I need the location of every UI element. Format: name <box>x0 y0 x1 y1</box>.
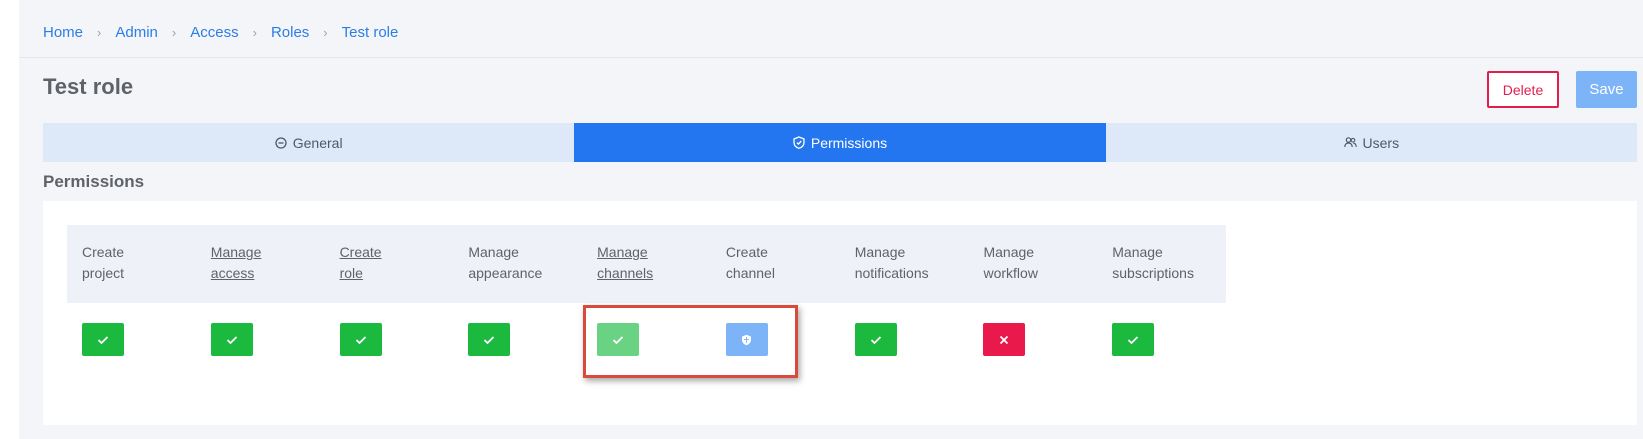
permission-header-manage-access[interactable]: Manage access <box>196 225 325 303</box>
header-divider <box>19 57 1643 58</box>
permission-header-manage-notifications: Manage notifications <box>854 244 929 281</box>
delete-button[interactable]: Delete <box>1487 71 1559 108</box>
shield-icon <box>742 334 752 345</box>
breadcrumb-home[interactable]: Home <box>43 24 83 41</box>
chevron-right-icon: › <box>252 24 257 40</box>
tab-general-label: General <box>292 134 343 151</box>
tab-users-label: Users <box>1362 134 1400 151</box>
permissions-table: Create project Manage access Create role Ma… <box>67 225 1226 376</box>
chevron-right-icon: › <box>97 24 102 40</box>
page-title: Test role <box>43 74 134 99</box>
tab-bar: General Permissions Users <box>43 123 1637 162</box>
shield-check-icon <box>793 136 805 149</box>
check-icon <box>355 335 366 344</box>
permission-toggle-create-channel[interactable] <box>725 323 768 356</box>
tab-general[interactable]: General <box>43 123 575 162</box>
permission-header-create-channel: Create channel <box>725 244 775 281</box>
check-icon <box>870 335 881 344</box>
section-title: Permissions <box>43 172 145 191</box>
breadcrumb-roles[interactable]: Roles <box>271 24 309 41</box>
breadcrumb: Home › Admin › Access › Roles › Test rol… <box>43 22 398 42</box>
permission-header-manage-subscriptions: Manage subscriptions <box>1112 244 1194 281</box>
permission-header-manage-appearance: Manage appearance <box>468 244 543 281</box>
permission-toggle-manage-subscriptions[interactable] <box>1112 323 1155 356</box>
check-icon <box>612 335 624 344</box>
permission-toggle-manage-access[interactable] <box>210 323 253 356</box>
check-icon <box>484 335 495 344</box>
chevron-right-icon: › <box>171 24 177 40</box>
permission-header-create-role[interactable]: Create role <box>325 225 454 303</box>
permission-toggle-manage-channels[interactable] <box>597 323 640 356</box>
permission-header-create-project: Create project <box>82 244 125 281</box>
permission-toggle-create-project[interactable] <box>82 323 124 356</box>
close-icon <box>1000 335 1009 344</box>
breadcrumb-current[interactable]: Test role <box>342 24 399 41</box>
check-icon <box>1128 335 1139 344</box>
permission-toggle-manage-notifications[interactable] <box>854 323 897 356</box>
permissions-header-row: Create project Manage access Create role Ma… <box>67 225 1226 303</box>
tab-permissions[interactable]: Permissions <box>574 123 1106 162</box>
permission-header-manage-workflow: Manage workflow <box>983 244 1038 281</box>
breadcrumb-admin[interactable]: Admin <box>115 24 158 41</box>
check-icon <box>226 335 237 344</box>
permissions-card: Create project Manage access Create role Ma… <box>43 201 1637 425</box>
permission-toggle-manage-appearance[interactable] <box>468 323 511 356</box>
tab-users[interactable]: Users <box>1105 123 1637 162</box>
permissions-toggle-row <box>67 303 1226 376</box>
minus-circle-icon <box>275 136 287 149</box>
tab-permissions-label: Permissions <box>810 134 888 151</box>
permission-header-manage-channels[interactable]: Manage channels <box>582 225 711 303</box>
save-button[interactable]: Save <box>1576 71 1637 108</box>
permission-toggle-manage-workflow[interactable] <box>983 323 1026 356</box>
permission-toggle-create-role[interactable] <box>339 323 382 356</box>
breadcrumb-access[interactable]: Access <box>190 24 238 41</box>
check-icon <box>97 335 109 344</box>
chevron-right-icon: › <box>323 24 328 40</box>
users-icon <box>1343 137 1357 148</box>
left-gutter <box>0 0 19 439</box>
